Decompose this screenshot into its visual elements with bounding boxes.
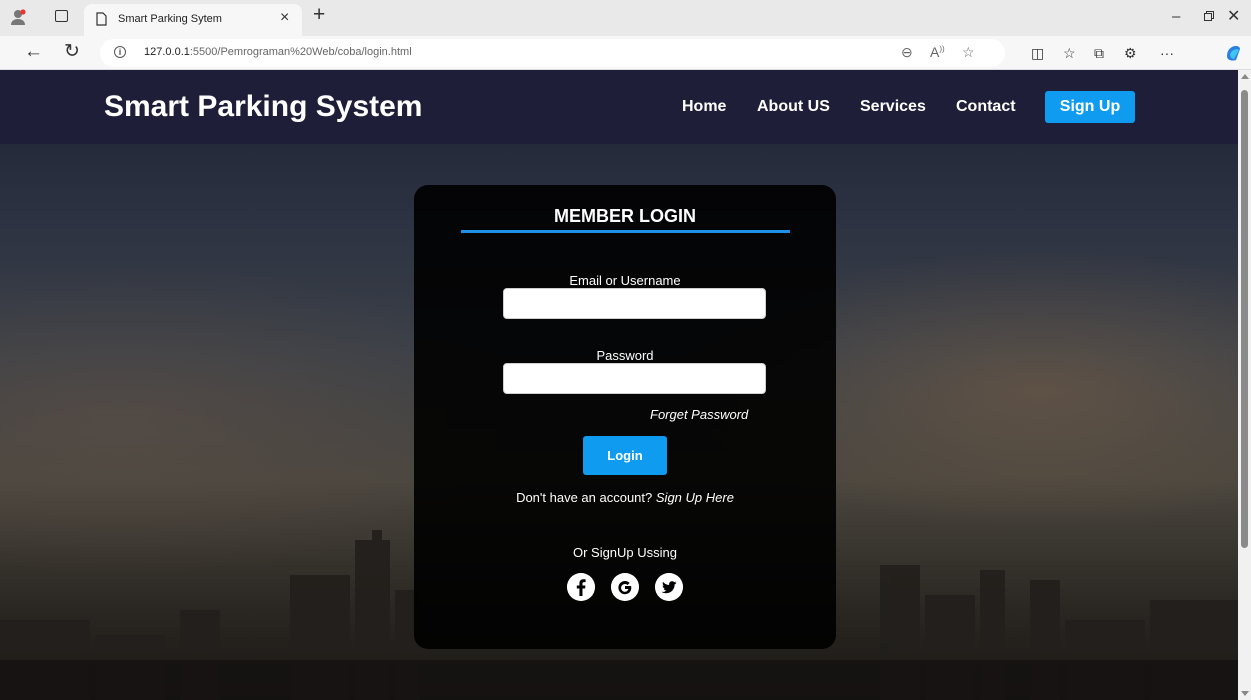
back-icon[interactable]: ← [24,41,43,63]
nav-link-services[interactable]: Services [860,98,926,116]
email-field[interactable] [503,288,766,319]
read-aloud-icon[interactable]: A)) [930,44,945,60]
email-label: Email or Username [569,273,681,288]
scroll-up-icon[interactable] [1241,74,1249,79]
split-screen-icon[interactable]: ◫ [1031,45,1044,62]
zoom-out-icon[interactable]: ⊖ [901,44,913,61]
restore-icon[interactable] [1204,11,1214,21]
nav-link-contact[interactable]: Contact [956,98,1016,116]
browser-tab[interactable]: Smart Parking Sytem × [84,4,302,36]
copilot-icon[interactable] [1224,44,1242,62]
browser-toolbar: ← ↻ i 127.0.0.1:5500/Pemrograman%20Web/c… [0,36,1251,70]
close-tab-icon[interactable]: × [280,9,289,27]
scrollbar[interactable] [1238,70,1251,700]
browser-titlebar: Smart Parking Sytem × + – ✕ [0,0,1251,36]
collections-icon[interactable]: ⧉ [1094,45,1104,62]
more-icon[interactable]: ··· [1160,45,1174,61]
facebook-icon[interactable] [566,573,595,601]
page-icon [96,12,107,26]
google-icon[interactable] [611,573,639,601]
title-underline [461,230,790,233]
social-label: Or SignUp Ussing [572,545,678,560]
info-icon[interactable]: i [114,46,126,58]
nav-link-home[interactable]: Home [682,98,726,116]
login-card: MEMBER LOGIN Email or Username Password … [414,185,836,649]
signup-here-link[interactable]: Sign Up Here [656,490,734,505]
forget-password-link[interactable]: Forget Password [650,407,748,422]
tab-title: Smart Parking Sytem [118,13,222,25]
login-title: MEMBER LOGIN [554,206,696,226]
nav-link-about[interactable]: About US [757,98,830,116]
minimize-icon[interactable]: – [1172,8,1180,25]
signup-button[interactable]: Sign Up [1045,91,1135,123]
profile-icon[interactable] [10,9,26,25]
page-viewport: Smart Parking System Home About US Servi… [0,70,1238,700]
address-bar[interactable]: i 127.0.0.1:5500/Pemrograman%20Web/coba/… [100,39,1005,67]
social-icons [414,573,836,601]
password-label: Password [596,348,654,363]
new-tab-icon[interactable]: + [313,3,325,27]
favorite-icon[interactable]: ☆ [962,44,975,61]
tabs-icon[interactable] [55,10,68,22]
extensions-icon[interactable]: ⚙ [1124,45,1137,62]
login-button[interactable]: Login [583,436,667,475]
site-navbar: Smart Parking System Home About US Servi… [0,70,1238,144]
url-text[interactable]: 127.0.0.1:5500/Pemrograman%20Web/coba/lo… [144,46,412,58]
twitter-icon[interactable] [655,573,684,601]
site-brand[interactable]: Smart Parking System [104,90,422,124]
reload-icon[interactable]: ↻ [64,40,80,63]
close-window-icon[interactable]: ✕ [1227,6,1240,26]
scroll-down-icon[interactable] [1241,691,1249,696]
favorites-icon[interactable]: ☆ [1063,45,1076,62]
scrollbar-thumb[interactable] [1241,90,1248,548]
password-field[interactable] [503,363,766,394]
no-account-text: Don't have an account? Sign Up Here [516,490,734,505]
